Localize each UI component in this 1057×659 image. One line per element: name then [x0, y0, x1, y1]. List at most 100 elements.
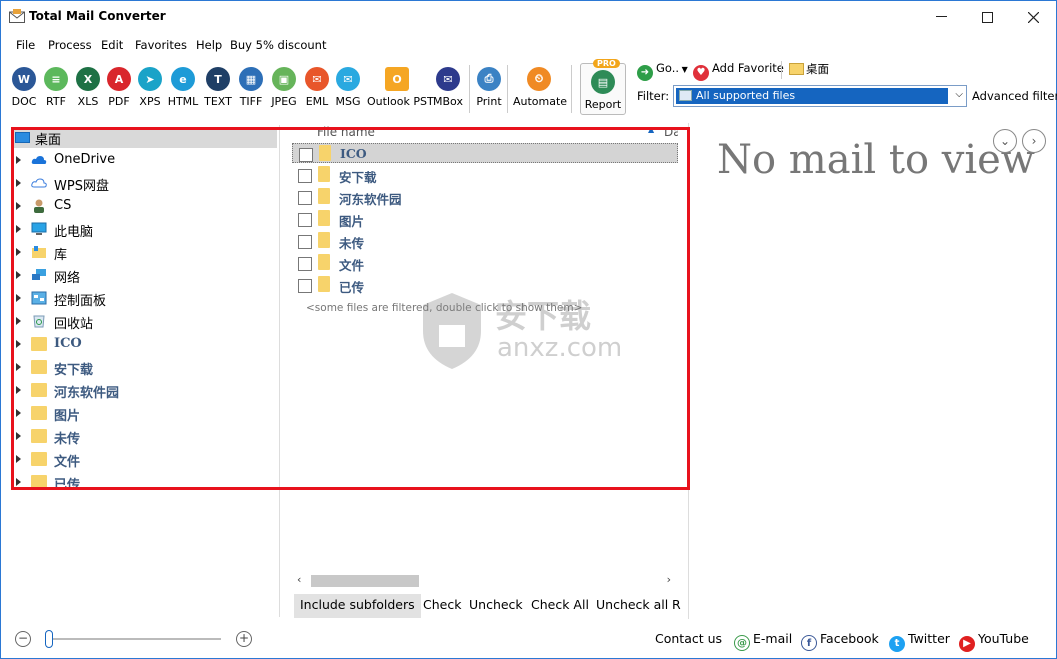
convert-mbox-button[interactable]: ✉ MBox	[433, 67, 463, 111]
expand-arrow-icon[interactable]	[16, 294, 21, 302]
menu-help[interactable]: Help	[196, 38, 222, 52]
menu-file[interactable]: File	[16, 38, 35, 52]
file-row[interactable]: 河东软件园	[292, 187, 678, 207]
tree-item-control-panel[interactable]: 控制面板	[13, 289, 277, 309]
expand-arrow-icon[interactable]	[16, 455, 21, 463]
file-row[interactable]: 已传	[292, 275, 678, 295]
zoom-slider-thumb[interactable]	[45, 630, 53, 648]
expand-arrow-icon[interactable]	[16, 363, 21, 371]
tree-root-desktop[interactable]: 桌面	[13, 128, 277, 148]
go-button[interactable]: ➜ Go.. ▼	[637, 61, 688, 81]
expand-arrow-icon[interactable]	[16, 156, 21, 164]
tree-item-wps-drive[interactable]: WPS网盘	[13, 174, 277, 194]
file-checkbox[interactable]	[298, 213, 312, 227]
youtube-link[interactable]: ▶ YouTube	[959, 631, 1029, 652]
expand-arrow-icon[interactable]	[16, 317, 21, 325]
tree-item-folder[interactable]: ICO	[13, 335, 277, 355]
include-subfolders-button[interactable]: Include subfolders	[294, 594, 421, 618]
expand-arrow-icon[interactable]	[16, 225, 21, 233]
expand-arrow-icon[interactable]	[16, 478, 21, 486]
convert-msg-button[interactable]: ✉ MSG	[334, 67, 362, 111]
email-link[interactable]: @ E-mail	[734, 631, 792, 651]
print-button[interactable]: ⎙ Print	[475, 67, 503, 111]
file-row[interactable]: 安下载	[292, 165, 678, 185]
facebook-link[interactable]: f Facebook	[801, 631, 879, 651]
menu-buy-discount[interactable]: Buy 5% discount	[230, 38, 326, 52]
scroll-right-icon[interactable]: ›	[667, 573, 671, 586]
uncheck-button[interactable]: Uncheck	[469, 594, 523, 618]
tree-item-onedrive[interactable]: OneDrive	[13, 151, 277, 171]
column-date[interactable]: Da	[664, 125, 678, 139]
current-folder-button[interactable]: 桌面	[789, 61, 829, 77]
add-favorite-button[interactable]: ♥ Add Favorite	[693, 61, 784, 81]
tree-item-folder[interactable]: 文件	[13, 450, 277, 470]
twitter-link[interactable]: t Twitter	[889, 631, 950, 652]
file-checkbox[interactable]	[298, 169, 312, 183]
convert-outlook-pst-button[interactable]: O Outlook PST	[367, 67, 434, 111]
file-row[interactable]: ICO	[292, 143, 678, 163]
tree-item-network[interactable]: 网络	[13, 266, 277, 286]
convert-xps-button[interactable]: ➤ XPS	[136, 67, 164, 111]
expand-arrow-icon[interactable]	[16, 248, 21, 256]
expand-arrow-icon[interactable]	[16, 202, 21, 210]
file-row[interactable]: 图片	[292, 209, 678, 229]
minimize-button[interactable]	[918, 1, 964, 33]
expand-arrow-icon[interactable]	[16, 386, 21, 394]
convert-eml-button[interactable]: ✉ EML	[303, 67, 331, 111]
expand-arrow-icon[interactable]	[16, 340, 21, 348]
column-file-name[interactable]: File name	[317, 125, 375, 139]
tree-item-cs[interactable]: CS	[13, 197, 277, 217]
expand-arrow-icon[interactable]	[16, 179, 21, 187]
zoom-out-button[interactable]: −	[15, 631, 31, 647]
tree-item-folder[interactable]: 未传	[13, 427, 277, 447]
tree-item-folder[interactable]: 安下载	[13, 358, 277, 378]
chevron-down-icon[interactable]: ⌵	[955, 89, 963, 100]
file-checkbox[interactable]	[298, 235, 312, 249]
file-checkbox[interactable]	[298, 279, 312, 293]
expand-arrow-icon[interactable]	[16, 271, 21, 279]
zoom-slider-track[interactable]	[49, 638, 221, 640]
menu-process[interactable]: Process	[48, 38, 92, 52]
file-row[interactable]: 文件	[292, 253, 678, 273]
convert-rtf-button[interactable]: ≡ RTF	[42, 67, 70, 111]
filter-dropdown[interactable]: All supported files ⌵	[673, 85, 967, 107]
scroll-left-icon[interactable]: ‹	[297, 573, 301, 586]
convert-jpeg-button[interactable]: ▣ JPEG	[269, 67, 299, 111]
tree-item-recycle-bin[interactable]: 回收站	[13, 312, 277, 332]
next-button[interactable]: ›	[1022, 129, 1046, 153]
expand-arrow-icon[interactable]	[16, 409, 21, 417]
advanced-filter-link[interactable]: Advanced filter	[972, 89, 1057, 103]
filtered-files-note[interactable]: <some files are filtered, double click t…	[306, 302, 582, 314]
report-button[interactable]: PRO ▤ Report	[580, 59, 626, 115]
expand-arrow-icon[interactable]	[16, 432, 21, 440]
tree-item-folder[interactable]: 河东软件园	[13, 381, 277, 401]
file-checkbox[interactable]	[298, 191, 312, 205]
file-row[interactable]: 未传	[292, 231, 678, 251]
horizontal-scrollbar[interactable]: ‹ ›	[293, 573, 679, 589]
convert-xls-button[interactable]: X XLS	[74, 67, 102, 111]
zoom-in-button[interactable]: +	[236, 631, 252, 647]
file-checkbox[interactable]	[299, 148, 313, 162]
file-checkbox[interactable]	[298, 257, 312, 271]
maximize-button[interactable]	[964, 1, 1010, 33]
more-button[interactable]: R	[672, 594, 681, 618]
convert-text-button[interactable]: T TEXT	[203, 67, 233, 111]
uncheck-all-button[interactable]: Uncheck all	[596, 594, 668, 618]
menu-edit[interactable]: Edit	[101, 38, 123, 52]
check-button[interactable]: Check	[423, 594, 461, 618]
tree-item-library[interactable]: 库	[13, 243, 277, 263]
automate-button[interactable]: ⏲ Automate	[513, 67, 567, 111]
contact-us-link[interactable]: Contact us	[655, 631, 722, 646]
menu-favorites[interactable]: Favorites	[135, 38, 187, 52]
tree-item-folder[interactable]: 图片	[13, 404, 277, 424]
close-button[interactable]	[1010, 1, 1056, 33]
convert-html-button[interactable]: e HTML	[167, 67, 199, 111]
tree-item-folder[interactable]: 已传	[13, 473, 277, 488]
expand-down-button[interactable]: ⌄	[993, 129, 1017, 153]
check-all-button[interactable]: Check All	[531, 594, 589, 618]
convert-pdf-button[interactable]: A PDF	[105, 67, 133, 111]
scrollbar-thumb[interactable]	[311, 575, 419, 587]
pane-splitter[interactable]	[279, 125, 280, 617]
convert-doc-button[interactable]: W DOC	[10, 67, 38, 111]
convert-tiff-button[interactable]: ▦ TIFF	[237, 67, 265, 111]
